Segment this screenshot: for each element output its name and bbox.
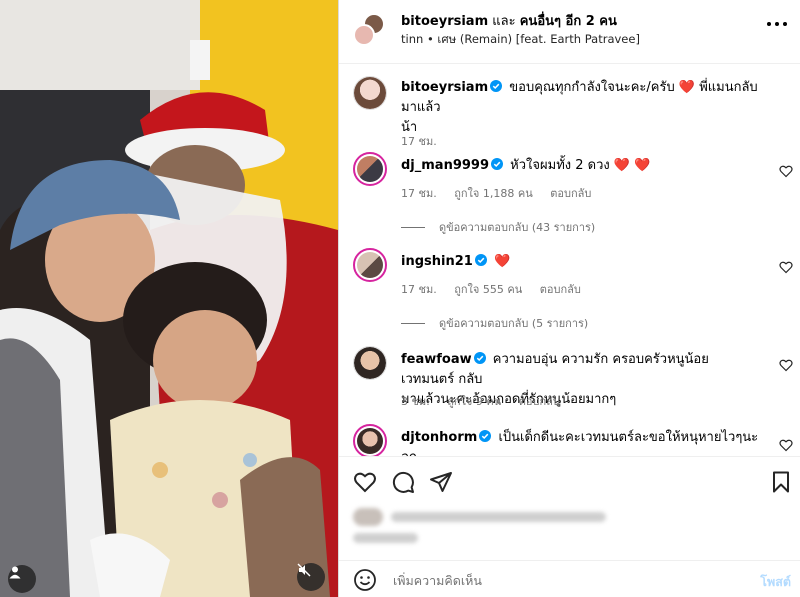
person-icon — [9, 566, 21, 579]
likes-summary[interactable] — [353, 506, 793, 550]
comment-username[interactable]: feawfoaw — [401, 352, 472, 367]
verified-badge-icon — [491, 158, 504, 170]
comment-username[interactable]: bitoeyrsiam — [401, 80, 488, 95]
view-replies-label: ดูข้อความตอบกลับ (5 รายการ) — [439, 317, 589, 330]
speaker-muted-icon — [297, 563, 311, 577]
comment-likes[interactable]: ถูกใจ 1,188 คน — [454, 187, 533, 200]
instagram-post-view: bitoeyrsiam และ คนอื่นๆ อีก 2 คน tinn • … — [0, 0, 800, 597]
comment-username[interactable]: djtonhorm — [401, 430, 477, 445]
add-comment-bar: โพสต์ — [339, 560, 800, 597]
verified-badge-icon — [473, 352, 486, 364]
comment-meta: 3 ชม. ถูกใจ 9 คน ตอบกลับ — [401, 392, 574, 410]
comment-time: 3 ชม. — [401, 395, 430, 408]
mute-button[interactable] — [297, 563, 325, 591]
like-comment-heart-icon[interactable] — [779, 260, 793, 274]
comments-list[interactable]: bitoeyrsiam ขอบคุณทุกกำลังใจนะคะ/ครับ ❤️… — [339, 64, 800, 456]
post-comment-button[interactable]: โพสต์ — [760, 572, 791, 592]
comment-username[interactable]: dj_man9999 — [401, 158, 489, 173]
like-comment-heart-icon[interactable] — [779, 438, 793, 452]
view-replies-button[interactable]: ดูข้อความตอบกลับ (43 รายการ) — [401, 218, 595, 236]
comment-icon[interactable] — [391, 470, 415, 494]
verified-badge-icon — [474, 254, 487, 266]
caption-body: ขอบคุณทุกกำลังใจนะคะ/ครับ — [509, 80, 675, 95]
reply-button[interactable]: ตอบกลับ — [519, 395, 560, 408]
comment-likes[interactable]: ถูกใจ 9 คน — [447, 395, 501, 408]
comment-username[interactable]: ingshin21 — [401, 254, 473, 269]
comment-likes[interactable]: ถูกใจ 555 คน — [454, 283, 522, 296]
comment-input[interactable] — [393, 571, 733, 589]
comment-time: 17 ชม. — [401, 135, 437, 148]
comment-meta: 17 ชม. — [401, 132, 451, 150]
heart-emoji: ❤️ ❤️ — [613, 158, 651, 173]
comment-meta: 17 ชม. ถูกใจ 1,188 คน ตอบกลับ — [401, 184, 605, 202]
liked-by-avatars — [353, 508, 383, 526]
audio-separator: • — [426, 32, 434, 46]
verified-badge-icon — [490, 80, 503, 92]
like-comment-heart-icon[interactable] — [779, 164, 793, 178]
reply-button[interactable]: ตอบกลับ — [550, 187, 591, 200]
view-replies-button[interactable]: ดูข้อความตอบกลับ (5 รายการ) — [401, 314, 588, 332]
send-icon[interactable] — [429, 470, 453, 494]
avatar[interactable] — [353, 424, 387, 456]
view-replies-label: ดูข้อความตอบกลับ (43 รายการ) — [439, 221, 596, 234]
avatar[interactable] — [353, 346, 387, 380]
reply-button[interactable]: ตอบกลับ — [540, 283, 581, 296]
liked-by-text-blurred — [391, 512, 606, 522]
other-authors-link[interactable]: คนอื่นๆ อีก 2 คน — [520, 14, 617, 29]
post-actions — [339, 456, 800, 506]
audio-info: tinn • เศษ (Remain) [feat. Earth Patrave… — [401, 31, 640, 49]
comment-time: 17 ชม. — [401, 187, 437, 200]
post-photo[interactable] — [0, 0, 338, 597]
post-date-blurred — [353, 533, 418, 543]
heart-emoji: ❤️ — [493, 254, 511, 269]
collab-avatars[interactable] — [353, 13, 387, 47]
bookmark-icon[interactable] — [769, 470, 793, 494]
comment-body: หัวใจผมทั้ง 2 ดวง — [510, 158, 610, 173]
avatar[interactable] — [353, 76, 387, 110]
verified-badge-icon — [479, 430, 492, 442]
avatar — [353, 24, 375, 46]
more-options-icon[interactable] — [767, 22, 787, 28]
post-header: bitoeyrsiam และ คนอื่นๆ อีก 2 คน tinn • … — [339, 0, 800, 64]
comment-text: ingshin21 ❤️ — [401, 252, 761, 272]
avatar[interactable] — [353, 152, 387, 186]
smiley-icon[interactable] — [353, 568, 377, 592]
heart-icon[interactable] — [353, 470, 377, 494]
caption-text: bitoeyrsiam ขอบคุณทุกกำลังใจนะคะ/ครับ ❤️… — [401, 78, 761, 138]
avatar[interactable] — [353, 248, 387, 282]
post-side-panel: bitoeyrsiam และ คนอื่นๆ อีก 2 คน tinn • … — [338, 0, 800, 597]
authors-connector: และ — [492, 14, 516, 29]
comment-text: dj_man9999 หัวใจผมทั้ง 2 ดวง ❤️ ❤️ — [401, 156, 761, 176]
author-username[interactable]: bitoeyrsiam — [401, 14, 488, 29]
heart-emoji: ❤️ — [678, 80, 696, 95]
comment-meta: 17 ชม. ถูกใจ 555 คน ตอบกลับ — [401, 280, 595, 298]
audio-artist[interactable]: tinn — [401, 32, 423, 46]
tagged-users-button[interactable] — [8, 565, 36, 593]
audio-track[interactable]: เศษ (Remain) [feat. Earth Patravee] — [437, 32, 640, 46]
like-comment-heart-icon[interactable] — [779, 358, 793, 372]
post-authors: bitoeyrsiam และ คนอื่นๆ อีก 2 คน — [401, 10, 617, 31]
comment-time: 17 ชม. — [401, 283, 437, 296]
post-photo-illustration — [0, 0, 338, 597]
comment-text: djtonhorm เป็นเด็กดีนะคะเวทมนตร์ละขอให้ห… — [401, 428, 761, 456]
